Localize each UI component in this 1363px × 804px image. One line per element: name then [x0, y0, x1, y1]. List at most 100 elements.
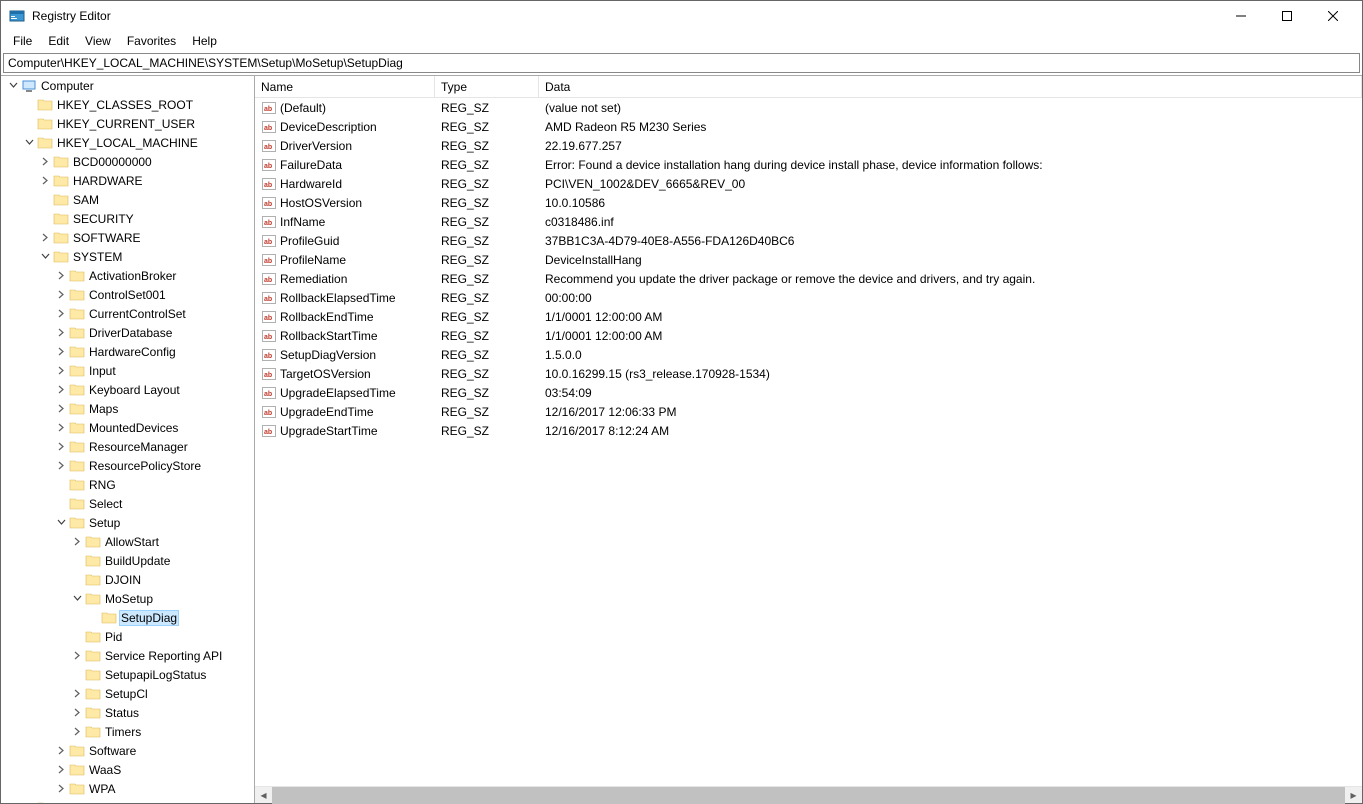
menu-favorites[interactable]: Favorites — [119, 33, 184, 49]
list-row[interactable]: abUpgradeEndTimeREG_SZ12/16/2017 12:06:3… — [255, 402, 1362, 421]
tree-item[interactable]: WaaS — [1, 760, 254, 779]
expander-icon[interactable] — [69, 534, 85, 550]
tree-item[interactable]: Maps — [1, 399, 254, 418]
tree-item[interactable]: SAM — [1, 190, 254, 209]
expander-icon[interactable] — [21, 135, 37, 151]
expander-icon[interactable] — [69, 648, 85, 664]
tree-root-computer[interactable]: Computer — [1, 76, 254, 95]
expander-icon[interactable] — [69, 591, 85, 607]
horizontal-scrollbar[interactable]: ◂ ▸ — [255, 786, 1362, 803]
tree-item[interactable]: SetupapiLogStatus — [1, 665, 254, 684]
tree-item[interactable]: CurrentControlSet — [1, 304, 254, 323]
scroll-left-icon[interactable]: ◂ — [255, 787, 272, 804]
tree-item[interactable]: HKEY_USERS — [1, 798, 254, 803]
expander-icon[interactable] — [37, 173, 53, 189]
tree-item[interactable]: Timers — [1, 722, 254, 741]
list-row[interactable]: abDriverVersionREG_SZ22.19.677.257 — [255, 136, 1362, 155]
column-name[interactable]: Name — [255, 76, 435, 97]
expander-icon[interactable] — [53, 458, 69, 474]
tree-item[interactable]: Software — [1, 741, 254, 760]
list-row[interactable]: abHardwareIdREG_SZPCI\VEN_1002&DEV_6665&… — [255, 174, 1362, 193]
list-row[interactable]: abRollbackStartTimeREG_SZ1/1/0001 12:00:… — [255, 326, 1362, 345]
tree-item[interactable]: ResourcePolicyStore — [1, 456, 254, 475]
tree-item[interactable]: Keyboard Layout — [1, 380, 254, 399]
minimize-button[interactable] — [1218, 1, 1264, 31]
tree-item[interactable]: ResourceManager — [1, 437, 254, 456]
list-row[interactable]: ab(Default)REG_SZ(value not set) — [255, 98, 1362, 117]
expander-icon[interactable] — [53, 268, 69, 284]
scroll-right-icon[interactable]: ▸ — [1345, 787, 1362, 804]
tree-item[interactable]: MoSetup — [1, 589, 254, 608]
expander-icon[interactable] — [53, 762, 69, 778]
scroll-thumb[interactable] — [272, 787, 1345, 804]
list-row[interactable]: abRollbackElapsedTimeREG_SZ00:00:00 — [255, 288, 1362, 307]
list-row[interactable]: abInfNameREG_SZc0318486.inf — [255, 212, 1362, 231]
tree-item[interactable]: SOFTWARE — [1, 228, 254, 247]
tree-item[interactable]: HARDWARE — [1, 171, 254, 190]
menu-view[interactable]: View — [77, 33, 119, 49]
expander-icon[interactable] — [37, 230, 53, 246]
tree-item[interactable]: SetupDiag — [1, 608, 254, 627]
tree-item[interactable]: WPA — [1, 779, 254, 798]
tree-item[interactable]: HKEY_LOCAL_MACHINE — [1, 133, 254, 152]
expander-icon[interactable] — [53, 781, 69, 797]
expander-icon[interactable] — [53, 420, 69, 436]
tree-item[interactable]: MountedDevices — [1, 418, 254, 437]
tree-item[interactable]: ActivationBroker — [1, 266, 254, 285]
tree-item[interactable]: ControlSet001 — [1, 285, 254, 304]
list-row[interactable]: abUpgradeStartTimeREG_SZ12/16/2017 8:12:… — [255, 421, 1362, 440]
tree-item[interactable]: DJOIN — [1, 570, 254, 589]
expander-icon[interactable] — [53, 344, 69, 360]
tree-item[interactable]: HKEY_CURRENT_USER — [1, 114, 254, 133]
tree-item[interactable]: Select — [1, 494, 254, 513]
list-row[interactable]: abFailureDataREG_SZError: Found a device… — [255, 155, 1362, 174]
tree-item[interactable]: SECURITY — [1, 209, 254, 228]
expander-icon[interactable] — [53, 382, 69, 398]
list-row[interactable]: abTargetOSVersionREG_SZ10.0.16299.15 (rs… — [255, 364, 1362, 383]
expander-icon[interactable] — [69, 724, 85, 740]
list-row[interactable]: abSetupDiagVersionREG_SZ1.5.0.0 — [255, 345, 1362, 364]
list-row[interactable]: abUpgradeElapsedTimeREG_SZ03:54:09 — [255, 383, 1362, 402]
list-row[interactable]: abRollbackEndTimeREG_SZ1/1/0001 12:00:00… — [255, 307, 1362, 326]
tree-item[interactable]: Service Reporting API — [1, 646, 254, 665]
tree-item[interactable]: DriverDatabase — [1, 323, 254, 342]
tree-item[interactable]: RNG — [1, 475, 254, 494]
expander-icon[interactable] — [37, 249, 53, 265]
expander-icon[interactable] — [5, 78, 21, 94]
menu-edit[interactable]: Edit — [40, 33, 77, 49]
menu-help[interactable]: Help — [184, 33, 225, 49]
close-button[interactable] — [1310, 1, 1356, 31]
column-type[interactable]: Type — [435, 76, 539, 97]
tree-pane[interactable]: ComputerHKEY_CLASSES_ROOTHKEY_CURRENT_US… — [1, 76, 255, 803]
tree-item[interactable]: SetupCl — [1, 684, 254, 703]
maximize-button[interactable] — [1264, 1, 1310, 31]
list-row[interactable]: abProfileNameREG_SZDeviceInstallHang — [255, 250, 1362, 269]
list-body[interactable]: ab(Default)REG_SZ(value not set)abDevice… — [255, 98, 1362, 786]
tree-item[interactable]: Setup — [1, 513, 254, 532]
tree-item[interactable]: Pid — [1, 627, 254, 646]
expander-icon[interactable] — [53, 363, 69, 379]
tree-item[interactable]: AllowStart — [1, 532, 254, 551]
expander-icon[interactable] — [53, 401, 69, 417]
expander-icon[interactable] — [53, 439, 69, 455]
list-row[interactable]: abProfileGuidREG_SZ37BB1C3A-4D79-40E8-A5… — [255, 231, 1362, 250]
list-row[interactable]: abDeviceDescriptionREG_SZAMD Radeon R5 M… — [255, 117, 1362, 136]
expander-icon[interactable] — [37, 154, 53, 170]
column-data[interactable]: Data — [539, 76, 1362, 97]
list-row[interactable]: abRemediationREG_SZRecommend you update … — [255, 269, 1362, 288]
expander-icon[interactable] — [53, 743, 69, 759]
address-bar[interactable]: Computer\HKEY_LOCAL_MACHINE\SYSTEM\Setup… — [3, 53, 1360, 73]
expander-icon[interactable] — [21, 800, 37, 804]
expander-icon[interactable] — [53, 306, 69, 322]
tree-item[interactable]: HardwareConfig — [1, 342, 254, 361]
title-bar[interactable]: Registry Editor — [1, 1, 1362, 31]
tree-item[interactable]: BuildUpdate — [1, 551, 254, 570]
expander-icon[interactable] — [53, 515, 69, 531]
menu-file[interactable]: File — [5, 33, 40, 49]
list-row[interactable]: abHostOSVersionREG_SZ10.0.10586 — [255, 193, 1362, 212]
expander-icon[interactable] — [53, 287, 69, 303]
tree-item[interactable]: SYSTEM — [1, 247, 254, 266]
expander-icon[interactable] — [53, 325, 69, 341]
expander-icon[interactable] — [69, 705, 85, 721]
tree-item[interactable]: HKEY_CLASSES_ROOT — [1, 95, 254, 114]
